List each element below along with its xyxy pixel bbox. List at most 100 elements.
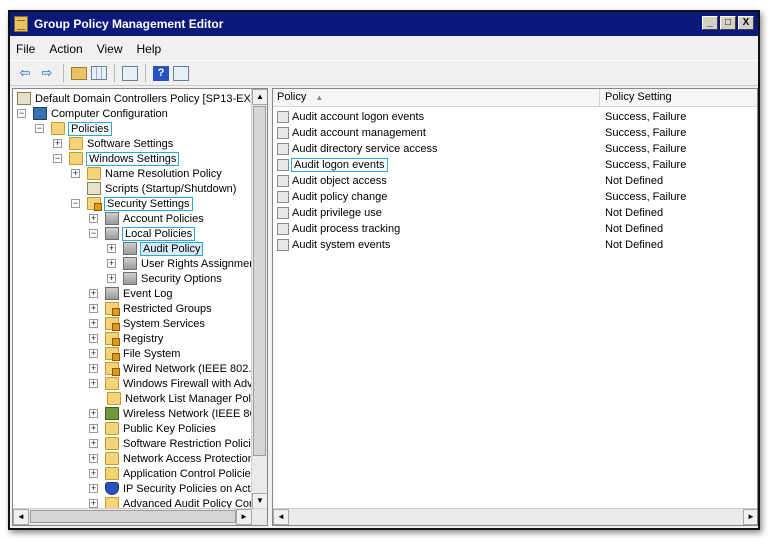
folder-icon bbox=[69, 137, 83, 150]
policy-setting-icon bbox=[277, 223, 289, 235]
list-row[interactable]: Audit object access Not Defined bbox=[273, 173, 757, 189]
export-list-icon[interactable] bbox=[122, 65, 138, 81]
help-icon[interactable]: ? bbox=[153, 65, 169, 81]
expand-icon[interactable]: + bbox=[89, 379, 98, 388]
expand-icon[interactable]: + bbox=[89, 214, 98, 223]
expand-icon[interactable]: + bbox=[89, 439, 98, 448]
list-row[interactable]: Audit privilege use Not Defined bbox=[273, 205, 757, 221]
scroll-down-icon[interactable]: ▼ bbox=[252, 493, 267, 509]
tree-policies[interactable]: − Policies bbox=[35, 121, 112, 136]
collapse-icon[interactable]: − bbox=[53, 154, 62, 163]
scroll-left-icon[interactable]: ◄ bbox=[273, 509, 289, 525]
title-bar[interactable]: Group Policy Management Editor _ □ X bbox=[10, 12, 758, 36]
collapse-icon[interactable]: − bbox=[89, 229, 98, 238]
tree-system-services[interactable]: + System Services bbox=[89, 316, 205, 331]
folder-lock-icon bbox=[105, 347, 120, 361]
tree-vertical-scrollbar[interactable]: ▲ ▼ bbox=[251, 89, 267, 509]
expand-icon[interactable]: + bbox=[71, 169, 80, 178]
expand-icon[interactable]: + bbox=[89, 304, 98, 313]
expand-icon[interactable]: + bbox=[89, 409, 98, 418]
tree-audit-policy[interactable]: + Audit Policy bbox=[107, 241, 204, 256]
list-row[interactable]: Audit system events Not Defined bbox=[273, 237, 757, 253]
tree-ip-security[interactable]: + IP Security Policies on Acti bbox=[89, 481, 251, 496]
menu-view[interactable]: View bbox=[97, 42, 123, 56]
expand-icon[interactable]: + bbox=[107, 244, 116, 253]
menu-file[interactable]: File bbox=[16, 42, 35, 56]
computer-icon bbox=[33, 107, 47, 120]
column-policy-setting[interactable]: Policy Setting bbox=[601, 89, 757, 107]
tree-network-access-protection[interactable]: + Network Access Protection bbox=[89, 451, 251, 466]
list-row[interactable]: Audit logon events Success, Failure bbox=[273, 157, 757, 173]
expand-icon[interactable]: + bbox=[53, 139, 62, 148]
list-row[interactable]: Audit directory service access Success, … bbox=[273, 141, 757, 157]
menu-action[interactable]: Action bbox=[49, 42, 82, 56]
tree-restricted-groups[interactable]: + Restricted Groups bbox=[89, 301, 212, 316]
expand-icon[interactable]: + bbox=[89, 424, 98, 433]
expand-icon[interactable]: + bbox=[89, 454, 98, 463]
expand-icon[interactable]: + bbox=[89, 364, 98, 373]
gpo-icon bbox=[17, 92, 31, 105]
tree-windows-firewall[interactable]: + Windows Firewall with Adv bbox=[89, 376, 251, 391]
expand-icon[interactable]: + bbox=[89, 499, 98, 508]
scroll-right-icon[interactable]: ► bbox=[743, 509, 757, 525]
expand-icon[interactable]: + bbox=[107, 274, 116, 283]
tree-user-rights[interactable]: + User Rights Assignmer bbox=[107, 256, 251, 271]
tree-scripts[interactable]: Scripts (Startup/Shutdown) bbox=[87, 181, 236, 196]
scroll-thumb[interactable] bbox=[253, 106, 266, 456]
show-hide-tree-icon[interactable] bbox=[91, 66, 107, 80]
collapse-icon[interactable]: − bbox=[71, 199, 80, 208]
tree-event-log[interactable]: + Event Log bbox=[89, 286, 173, 301]
list-row[interactable]: Audit account management Success, Failur… bbox=[273, 125, 757, 141]
tree-name-resolution-policy[interactable]: + Name Resolution Policy bbox=[71, 166, 222, 181]
tree-security-settings[interactable]: − Security Settings bbox=[71, 196, 193, 211]
collapse-icon[interactable]: − bbox=[17, 109, 26, 118]
expand-icon[interactable]: + bbox=[89, 349, 98, 358]
tree-horizontal-scrollbar[interactable]: ◄ ► bbox=[13, 508, 267, 525]
tree-account-policies[interactable]: + Account Policies bbox=[89, 211, 204, 226]
policy-setting: Success, Failure bbox=[605, 127, 687, 139]
back-icon[interactable]: ⇦ bbox=[16, 64, 34, 82]
close-button[interactable]: X bbox=[738, 16, 754, 30]
tree-pane[interactable]: Default Domain Controllers Policy [SP13-… bbox=[12, 88, 268, 526]
expand-icon[interactable]: + bbox=[107, 259, 116, 268]
tree-computer-configuration[interactable]: − Computer Configuration bbox=[17, 106, 168, 121]
tree-network-list-manager[interactable]: Network List Manager Polic bbox=[107, 391, 251, 406]
list-row[interactable]: Audit process tracking Not Defined bbox=[273, 221, 757, 237]
tree-public-key-policies[interactable]: + Public Key Policies bbox=[89, 421, 216, 436]
properties-icon[interactable] bbox=[173, 65, 189, 81]
tree-root[interactable]: Default Domain Controllers Policy [SP13-… bbox=[17, 91, 251, 106]
details-pane[interactable]: Policy ▲ Policy Setting Audit account lo… bbox=[272, 88, 758, 526]
list-row[interactable]: Audit account logon events Success, Fail… bbox=[273, 109, 757, 125]
up-folder-icon[interactable] bbox=[71, 66, 87, 80]
policy-name: Audit account logon events bbox=[292, 111, 425, 123]
tree-registry[interactable]: + Registry bbox=[89, 331, 163, 346]
scroll-thumb[interactable] bbox=[30, 510, 236, 523]
maximize-button[interactable]: □ bbox=[720, 16, 736, 30]
tree-software-settings[interactable]: + Software Settings bbox=[53, 136, 173, 151]
minimize-button[interactable]: _ bbox=[702, 16, 718, 30]
column-policy[interactable]: Policy ▲ bbox=[273, 89, 600, 107]
tree-local-policies[interactable]: − Local Policies bbox=[89, 226, 196, 241]
expand-icon[interactable]: + bbox=[89, 469, 98, 478]
scroll-left-icon[interactable]: ◄ bbox=[13, 509, 29, 525]
tree-wireless-network[interactable]: + Wireless Network (IEEE 8C bbox=[89, 406, 251, 421]
tree-application-control[interactable]: + Application Control Policies bbox=[89, 466, 251, 481]
tree-label: System Services bbox=[123, 317, 205, 330]
details-horizontal-scrollbar[interactable]: ◄ ► bbox=[273, 508, 757, 525]
expand-icon[interactable]: + bbox=[89, 484, 98, 493]
console-tree: Default Domain Controllers Policy [SP13-… bbox=[13, 89, 251, 509]
scroll-right-icon[interactable]: ► bbox=[236, 509, 252, 525]
tree-security-options[interactable]: + Security Options bbox=[107, 271, 222, 286]
tree-windows-settings[interactable]: − Windows Settings bbox=[53, 151, 180, 166]
expand-icon[interactable]: + bbox=[89, 319, 98, 328]
expand-icon[interactable]: + bbox=[89, 289, 98, 298]
tree-wired-network[interactable]: + Wired Network (IEEE 802. bbox=[89, 361, 251, 376]
list-row[interactable]: Audit policy change Success, Failure bbox=[273, 189, 757, 205]
scroll-up-icon[interactable]: ▲ bbox=[252, 89, 267, 105]
tree-software-restriction[interactable]: + Software Restriction Polici bbox=[89, 436, 251, 451]
forward-icon[interactable]: ⇨ bbox=[38, 64, 56, 82]
menu-help[interactable]: Help bbox=[137, 42, 162, 56]
collapse-icon[interactable]: − bbox=[35, 124, 44, 133]
expand-icon[interactable]: + bbox=[89, 334, 98, 343]
tree-file-system[interactable]: + File System bbox=[89, 346, 180, 361]
